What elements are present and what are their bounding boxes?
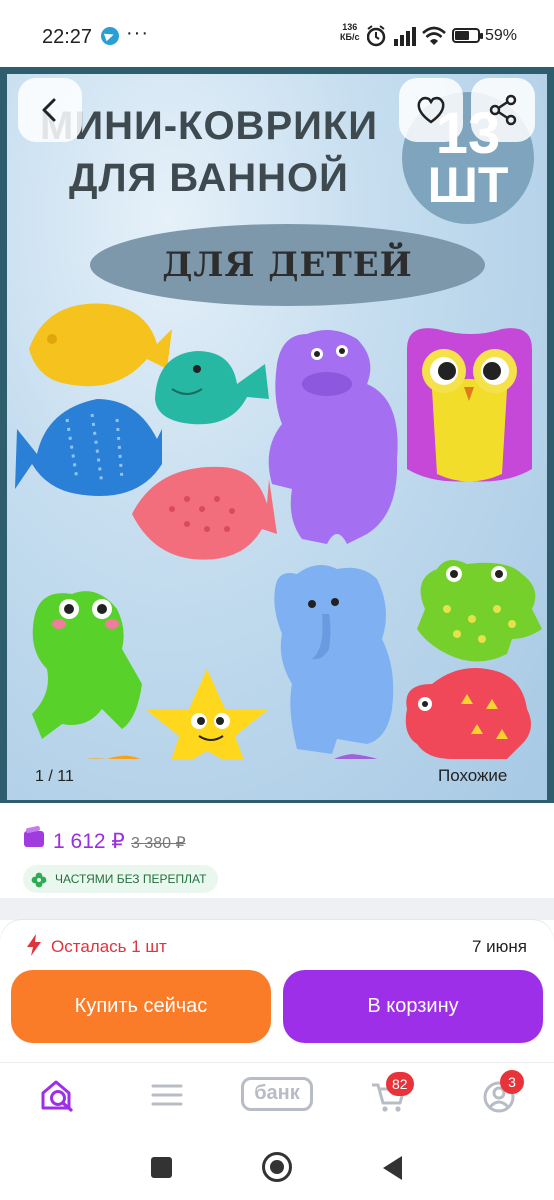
tab-cart[interactable]: 82 [370, 1072, 414, 1115]
quantity-badge-unit: ШТ [427, 157, 509, 213]
cart-count-badge: 82 [386, 1072, 414, 1096]
crab-mat [417, 560, 542, 662]
wifi-icon [422, 26, 446, 45]
network-speed-unit: КБ/с [340, 32, 360, 42]
menu-icon [151, 1084, 183, 1106]
tab-bank[interactable]: банк [241, 1077, 313, 1111]
turtle-mat [405, 668, 531, 759]
pink-fish-mat [132, 466, 277, 560]
alarm-icon [367, 25, 386, 47]
status-bar: 22:27 ··· 136 КБ/с 59% [0, 0, 554, 72]
system-navigation-bar [0, 1134, 554, 1200]
starfish-mat [145, 669, 269, 759]
installment-badge[interactable]: ЧАСТЯМИ БЕЗ ПЕРЕПЛАТ [23, 865, 219, 893]
whale-mat [155, 351, 269, 425]
old-price: 3 380 ₽ [131, 835, 186, 852]
recent-apps-button[interactable] [151, 1157, 172, 1178]
lightning-icon [27, 934, 41, 956]
product-image-gallery[interactable]: 13 ШТ МИНИ-КОВРИКИ ДЛЯ ВАННОЙ ДЛЯ ДЕТЕЙ [0, 67, 554, 803]
elephant-mat [274, 565, 394, 754]
frog-mat [32, 591, 142, 739]
bottom-tab-bar: банк 82 3 [0, 1062, 554, 1134]
chevron-left-icon [42, 98, 56, 122]
network-speed-value: 136 [342, 22, 358, 32]
tab-home-search[interactable] [38, 1075, 78, 1115]
telegram-icon [101, 27, 119, 45]
more-notifications-icon: ··· [126, 22, 149, 44]
image-counter: 1 / 11 [35, 768, 74, 785]
purchase-panel: Осталась 1 шт 7 июня Купить сейчас В кор… [0, 920, 554, 1062]
status-time: 22:27 [42, 26, 93, 48]
back-button[interactable] [18, 78, 82, 142]
tab-profile[interactable]: 3 [482, 1070, 524, 1115]
wallet-icon [24, 831, 44, 847]
profile-notification-badge: 3 [500, 1070, 524, 1094]
battery-percent: 59% [485, 27, 518, 44]
network-speed: 136 КБ/с [340, 22, 359, 42]
delivery-date: 7 июня [472, 937, 528, 956]
section-divider [0, 898, 554, 920]
share-button[interactable] [471, 78, 535, 142]
clover-icon [31, 872, 47, 888]
bath-mats-illustration [15, 303, 542, 759]
signal-icon [394, 27, 416, 46]
image-title-line2: ДЛЯ ВАННОЙ [69, 156, 349, 200]
battery-icon [452, 28, 483, 43]
buy-now-button[interactable]: Купить сейчас [11, 970, 271, 1043]
blue-fish-mat [15, 399, 162, 496]
similar-products-link[interactable]: Похожие [438, 766, 507, 786]
product-image: 13 ШТ МИНИ-КОВРИКИ ДЛЯ ВАННОЙ ДЛЯ ДЕТЕЙ [7, 74, 547, 800]
back-nav-button[interactable] [383, 1156, 402, 1180]
current-price: 1 612 ₽ [53, 830, 125, 853]
share-icon [489, 94, 517, 126]
price-section: 1 612 ₽ 3 380 ₽ ЧАСТЯМИ БЕЗ ПЕРЕПЛАТ [0, 803, 554, 898]
yellow-fish-mat [29, 303, 172, 387]
installment-label: ЧАСТЯМИ БЕЗ ПЕРЕПЛАТ [55, 872, 207, 886]
home-button[interactable] [262, 1152, 292, 1182]
owl-mat [407, 328, 532, 482]
home-search-icon [41, 1080, 73, 1112]
add-to-cart-button[interactable]: В корзину [283, 970, 543, 1043]
purple-fish-mat [334, 754, 378, 759]
favorite-button[interactable] [399, 78, 463, 142]
hippo-mat [268, 330, 398, 544]
heart-icon [417, 96, 445, 124]
stock-remaining: Осталась 1 шт [51, 937, 167, 956]
tab-catalog[interactable] [150, 1075, 184, 1115]
image-title-line1: МИНИ-КОВРИКИ [40, 104, 379, 148]
